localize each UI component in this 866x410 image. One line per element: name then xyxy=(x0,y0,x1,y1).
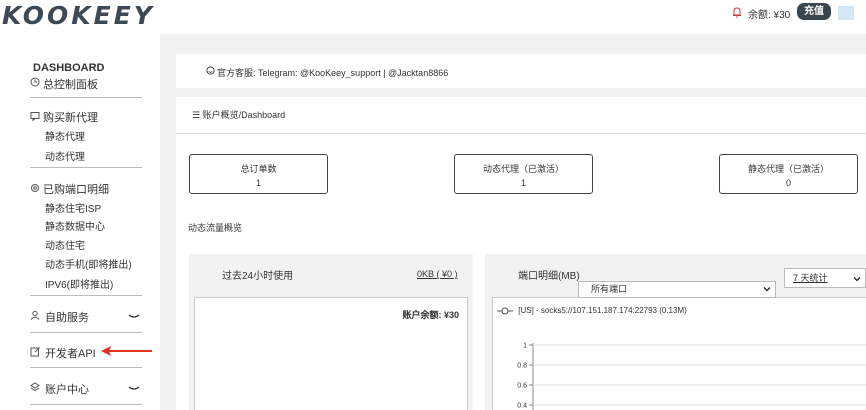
usage-card: 过去24小时使用 0KB ( ¥0 ) 账户余额: ¥30 xyxy=(189,254,473,410)
port-card: 端口明细(MB) 7 天统计 [US] - socks5://107.151.1… xyxy=(485,254,866,410)
sidebar-subitem-ipv6[interactable]: IPV6(即将推出) xyxy=(45,276,113,291)
stat-card-dynamic-proxy: 动态代理（已激活） 1 xyxy=(454,154,593,194)
days-select[interactable]: 7 天统计 xyxy=(784,268,866,288)
sidebar-item-label: 总控制面板 xyxy=(43,79,98,91)
port-select-value: 所有端口 xyxy=(591,284,628,294)
days-select-value: 7 天统计 xyxy=(793,273,828,283)
edit-icon xyxy=(30,347,40,357)
sidebar-subitem-dynamic-mobile[interactable]: 动态手机(即将推出) xyxy=(45,256,132,271)
breadcrumb-text: 账户概览/Dashboard xyxy=(202,110,286,120)
sidebar-item-label: 购买新代理 xyxy=(43,112,98,124)
divider xyxy=(30,367,142,368)
usage-amount-link[interactable]: 0KB ( ¥0 ) xyxy=(417,269,458,279)
sidebar-item-label: 已购端口明细 xyxy=(43,184,109,196)
stat-card-total-orders: 总订单数 1 xyxy=(189,154,328,194)
dashboard-title: DASHBOARD xyxy=(33,62,105,74)
stat-value: 0 xyxy=(785,178,791,188)
chevron-down-icon xyxy=(128,386,140,390)
breadcrumb: ☰ 账户概览/Dashboard xyxy=(192,108,285,121)
port-chart-panel: [US] - socks5://107.151.187.174:22793 (0… xyxy=(492,297,866,410)
port-title: 端口明细(MB) xyxy=(518,271,580,282)
sidebar-item-label: 自助服务 xyxy=(45,312,89,324)
smile-icon xyxy=(206,66,215,75)
clock-icon xyxy=(30,77,40,87)
profile-placeholder[interactable] xyxy=(838,6,854,20)
y-tick-label: 0.8 xyxy=(517,363,527,370)
stat-label: 动态代理（已激活） xyxy=(482,164,564,174)
usage-title: 过去24小时使用 xyxy=(222,271,294,282)
recharge-button[interactable]: 充值 xyxy=(797,3,831,20)
port-select[interactable]: 所有端口 xyxy=(578,281,776,298)
red-arrow-annotation xyxy=(101,346,152,356)
divider xyxy=(30,97,142,98)
menu-icon[interactable]: ☰ xyxy=(192,110,200,120)
user-icon xyxy=(30,310,40,320)
port-chart: 1 0.8 0.6 0.4 xyxy=(517,343,866,410)
bell-icon[interactable] xyxy=(732,6,742,18)
y-tick-label: 1 xyxy=(523,343,527,350)
sidebar-subitem-static-proxy[interactable]: 静态代理 xyxy=(45,128,85,143)
sidebar-subitem-static-isp[interactable]: 静态住宅ISP xyxy=(45,200,101,215)
stat-label: 总订单数 xyxy=(240,164,277,174)
sidebar-subitem-dynamic-residential[interactable]: 动态住宅 xyxy=(45,237,85,252)
divider xyxy=(30,332,142,333)
divider xyxy=(30,404,142,405)
top-bar: KOOKEEY 余额: ¥30 充值 xyxy=(0,0,866,34)
usage-panel: 账户余额: ¥30 xyxy=(194,297,468,410)
sidebar-item-label: 账户中心 xyxy=(45,384,89,396)
support-card: 官方客服: Telegram: @KooKeey_support | @Jack… xyxy=(176,54,866,88)
chat-icon xyxy=(30,112,40,121)
stat-card-static-proxy: 静态代理（已激活） 0 xyxy=(719,154,858,194)
divider xyxy=(176,133,866,134)
main-panel: ☰ 账户概览/Dashboard 总订单数 1 动态代理（已激活） 1 静态代理… xyxy=(176,97,866,410)
divider xyxy=(30,295,142,296)
divider xyxy=(30,167,142,168)
chevron-down-icon xyxy=(763,287,771,292)
support-text: 官方客服: Telegram: @KooKeey_support | @Jack… xyxy=(217,68,449,78)
sidebar-subitem-dynamic-proxy[interactable]: 动态代理 xyxy=(45,148,85,163)
stat-value: 1 xyxy=(255,178,261,188)
section-title-flow: 动态流量概览 xyxy=(188,223,243,233)
stat-value: 1 xyxy=(520,178,526,188)
sidebar-subitem-static-dc[interactable]: 静态数据中心 xyxy=(45,218,105,233)
layers-icon xyxy=(30,382,40,392)
logo[interactable]: KOOKEEY xyxy=(2,1,155,30)
chevron-down-icon xyxy=(853,277,861,282)
sidebar-item-label: 开发者API xyxy=(45,348,96,360)
chevron-down-icon xyxy=(128,314,140,318)
gear-icon xyxy=(31,184,39,192)
balance-label: 余额: ¥30 xyxy=(748,10,791,21)
account-balance: 账户余额: ¥30 xyxy=(402,310,459,320)
stat-label: 静态代理（已激活） xyxy=(747,164,829,174)
y-tick-label: 0.4 xyxy=(517,403,527,410)
y-tick-label: 0.6 xyxy=(517,383,527,390)
sidebar: DASHBOARD 总控制面板 购买新代理 静态代理 动态代理 已购端口明细 静… xyxy=(0,34,160,410)
